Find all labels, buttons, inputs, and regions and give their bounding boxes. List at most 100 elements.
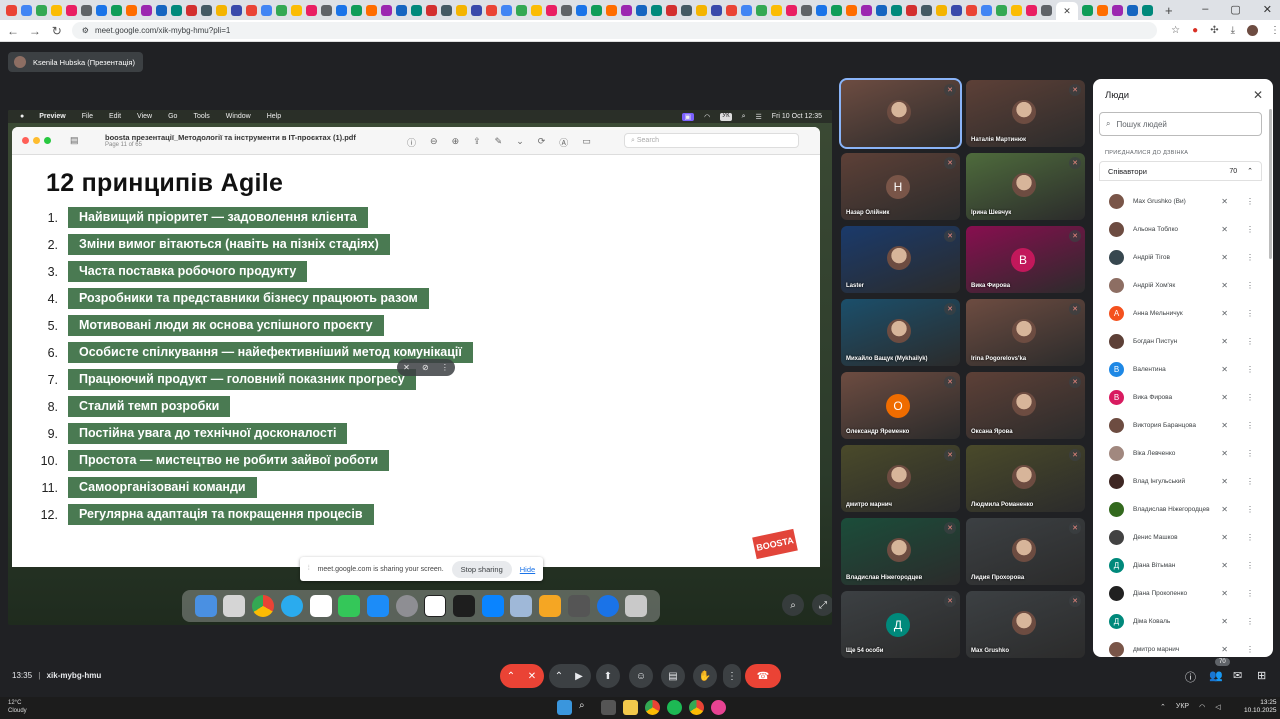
- share-icon[interactable]: ⇪: [473, 136, 481, 149]
- more-options-icon[interactable]: ⋮: [1246, 561, 1254, 570]
- address-bar[interactable]: ⚙ meet.google.com/xik-mybg-hmu?pli=1: [71, 22, 1158, 39]
- more-options-icon[interactable]: ⋮: [1246, 253, 1254, 262]
- more-options-icon[interactable]: ⋮: [1246, 617, 1254, 626]
- scrollbar[interactable]: [1269, 109, 1272, 259]
- tab-favicon[interactable]: [741, 4, 752, 16]
- browser-menu-icon[interactable]: ⋮: [1270, 25, 1280, 36]
- tab-favicon[interactable]: [981, 4, 992, 16]
- rotate-icon[interactable]: ⟳: [538, 136, 546, 149]
- list-item[interactable]: Андрій Хом'як ✕ ⋮: [1099, 271, 1262, 299]
- zoom-in-icon[interactable]: ⊕: [452, 136, 460, 149]
- figma-icon[interactable]: [453, 595, 476, 617]
- close-icon[interactable]: ✕: [1253, 88, 1263, 102]
- tab-favicon[interactable]: [636, 4, 647, 16]
- tab-favicon[interactable]: [546, 4, 557, 16]
- tab-favicon[interactable]: [276, 4, 287, 16]
- quicktime-icon[interactable]: [596, 595, 619, 617]
- list-item[interactable]: В Валентина ✕ ⋮: [1099, 355, 1262, 383]
- list-item[interactable]: Виктория Баранцова ✕ ⋮: [1099, 411, 1262, 439]
- tab-favicon[interactable]: [606, 4, 617, 16]
- windows-start-icon[interactable]: [557, 700, 572, 715]
- tab-favicon[interactable]: [96, 4, 107, 16]
- tab-favicon[interactable]: [456, 4, 467, 16]
- tab-favicon[interactable]: [51, 4, 62, 16]
- list-item[interactable]: Max Grushko (Ви) ✕ ⋮: [1099, 187, 1262, 215]
- list-item[interactable]: Д Діма Коваль ✕ ⋮: [1099, 607, 1262, 635]
- close-window-icon[interactable]: [22, 137, 29, 144]
- tab-favicon[interactable]: [696, 4, 707, 16]
- list-item[interactable]: дмитро марнич ✕ ⋮: [1099, 635, 1262, 657]
- list-item[interactable]: Віка Левченко ✕ ⋮: [1099, 439, 1262, 467]
- mic-off-icon[interactable]: ✕: [1221, 309, 1228, 318]
- list-item[interactable]: Денис Машков ✕ ⋮: [1099, 523, 1262, 551]
- tab-favicon[interactable]: [171, 4, 182, 16]
- tab-favicon[interactable]: [996, 4, 1007, 16]
- tab-favicon[interactable]: [141, 4, 152, 16]
- mic-off-icon[interactable]: ✕: [1221, 477, 1228, 486]
- zoom-icon[interactable]: ⌕: [782, 594, 804, 616]
- tab-favicon[interactable]: [651, 4, 662, 16]
- tab-favicon[interactable]: [801, 4, 812, 16]
- annotate-icon[interactable]: Ⓐ: [559, 136, 568, 149]
- tab-favicon[interactable]: [381, 4, 392, 16]
- participant-tile[interactable]: О ✕ Олександр Яременко: [841, 372, 960, 439]
- site-info-icon[interactable]: ⚙: [82, 26, 89, 35]
- info-icon[interactable]: ⓘ: [1185, 669, 1196, 685]
- network-icon[interactable]: ◠: [1199, 703, 1205, 711]
- chrome-icon[interactable]: [252, 595, 275, 617]
- tab-favicon[interactable]: [561, 4, 572, 16]
- participant-tile[interactable]: ✕ Оксана Ярова: [966, 372, 1085, 439]
- more-options-icon[interactable]: ⋮: [1246, 477, 1254, 486]
- tab-favicon[interactable]: [471, 4, 482, 16]
- tab-favicon[interactable]: [576, 4, 587, 16]
- chrome-profile-icon[interactable]: [689, 700, 704, 715]
- mic-options-chevron-icon[interactable]: ⌃: [500, 664, 522, 688]
- info-icon[interactable]: ⓘ: [407, 136, 416, 149]
- tab-favicon[interactable]: [66, 4, 77, 16]
- mic-off-icon[interactable]: ✕: [1221, 421, 1228, 430]
- camera-options-chevron-icon[interactable]: ⌃: [549, 664, 569, 688]
- tab-favicon[interactable]: [201, 4, 212, 16]
- chevron-down-icon[interactable]: ⌄: [516, 136, 524, 149]
- notion-icon[interactable]: [424, 595, 447, 617]
- collaborators-section-header[interactable]: Співавтори 70 ⌃: [1099, 161, 1262, 181]
- mic-off-icon[interactable]: ✕: [1221, 533, 1228, 542]
- search-icon[interactable]: ⌕: [579, 700, 594, 715]
- tab-favicon[interactable]: [186, 4, 197, 16]
- participant-tile[interactable]: ✕ Ірина Шевчук: [966, 153, 1085, 220]
- reactions-button[interactable]: ☺: [629, 664, 653, 688]
- tab-favicon[interactable]: [426, 4, 437, 16]
- file-explorer-icon[interactable]: [623, 700, 638, 715]
- list-item[interactable]: Богдан Пистун ✕ ⋮: [1099, 327, 1262, 355]
- mic-off-icon[interactable]: ✕: [1221, 449, 1228, 458]
- tab-favicon[interactable]: [771, 4, 782, 16]
- tab-favicon[interactable]: [411, 4, 422, 16]
- drag-handle-icon[interactable]: ⦙: [308, 565, 310, 573]
- weather-widget[interactable]: 12°C Cloudy: [8, 699, 27, 715]
- tab-favicon[interactable]: [1011, 4, 1022, 16]
- mic-off-icon[interactable]: ✕: [1221, 589, 1228, 598]
- tab-favicon[interactable]: [336, 4, 347, 16]
- tab-favicon[interactable]: [591, 4, 602, 16]
- shared-screen-stage[interactable]: ● Preview File Edit View Go Tools Window Help ▣…: [8, 110, 832, 625]
- tab-favicon[interactable]: [906, 4, 917, 16]
- more-options-icon[interactable]: ⋮: [1246, 645, 1254, 654]
- more-options-icon[interactable]: ⋮: [1246, 533, 1254, 542]
- tab-favicon[interactable]: [501, 4, 512, 16]
- participant-tile[interactable]: ✕ Irina Pogorelovs'ka: [966, 299, 1085, 366]
- tray-chevron-icon[interactable]: ⌃: [1160, 703, 1166, 711]
- new-tab-button[interactable]: +: [1165, 3, 1173, 18]
- back-arrow-icon[interactable]: ←: [4, 24, 22, 38]
- reload-icon[interactable]: ↻: [48, 24, 66, 38]
- stop-sharing-button[interactable]: Stop sharing: [451, 560, 512, 578]
- more-options-icon[interactable]: ⋮: [1246, 281, 1254, 290]
- extensions-puzzle-icon[interactable]: ✣: [1210, 25, 1218, 36]
- maximize-window-icon[interactable]: [44, 137, 51, 144]
- tab-favicon[interactable]: [786, 4, 797, 16]
- spotify-icon[interactable]: [667, 700, 682, 715]
- calculator-icon[interactable]: [567, 595, 590, 617]
- tab-favicon[interactable]: [666, 4, 677, 16]
- captions-button[interactable]: ▤: [661, 664, 685, 688]
- trash-icon[interactable]: [625, 595, 648, 617]
- chat-icon[interactable]: ✉: [1233, 669, 1242, 682]
